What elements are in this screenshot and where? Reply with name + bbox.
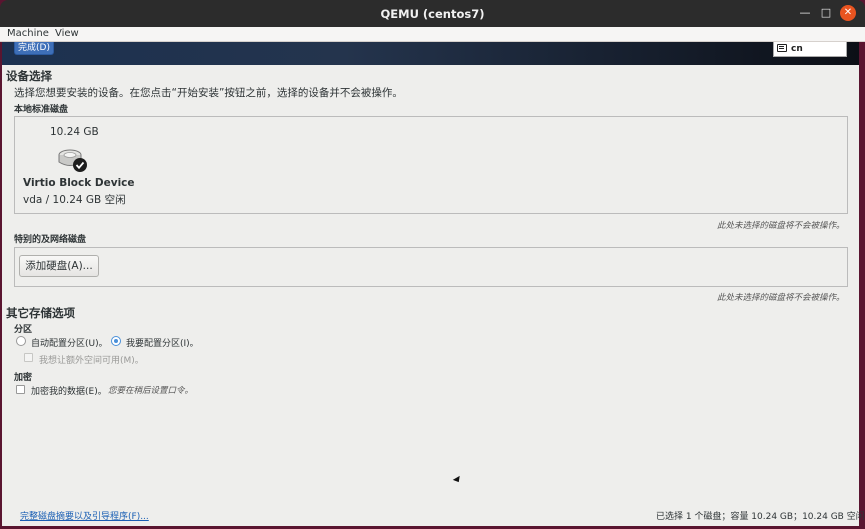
encrypt-hint: 您要在稍后设置口令。 bbox=[108, 386, 194, 396]
disk-info: vda / 10.24 GB 空闲 bbox=[23, 194, 126, 206]
done-button[interactable]: 完成(D) bbox=[14, 42, 54, 55]
local-disks-note: 此处未选择的磁盘将不会被操作。 bbox=[717, 221, 845, 231]
special-disks-heading: 特别的及网络磁盘 bbox=[14, 235, 87, 245]
menu-machine[interactable]: Machine bbox=[7, 28, 49, 39]
selection-status: 已选择 1 个磁盘；容量 10.24 GB；10.24 GB 空闲 bbox=[656, 512, 865, 522]
minimize-icon[interactable]: — bbox=[797, 5, 813, 21]
maximize-icon[interactable]: □ bbox=[818, 5, 834, 21]
local-disks-heading: 本地标准磁盘 bbox=[14, 105, 69, 115]
page-title: 设备选择 bbox=[6, 69, 52, 83]
disk-size: 10.24 GB bbox=[50, 126, 99, 138]
hard-disk-selected-icon bbox=[58, 149, 87, 172]
special-disks-panel: 添加硬盘(A)... bbox=[14, 247, 848, 287]
extra-space-label: 我想让额外空间可用(M)。 bbox=[39, 356, 144, 366]
disk-name: Virtio Block Device bbox=[23, 177, 135, 189]
encrypt-checkbox[interactable] bbox=[16, 385, 25, 394]
menu-view[interactable]: View bbox=[55, 28, 79, 39]
auto-partition-radio[interactable] bbox=[16, 336, 26, 346]
manual-partition-label[interactable]: 我要配置分区(I)。 bbox=[126, 336, 199, 349]
auto-partition-label[interactable]: 自动配置分区(U)。 bbox=[31, 336, 108, 349]
close-icon[interactable]: ✕ bbox=[840, 5, 856, 21]
page-subtitle: 选择您想要安装的设备。在您点击“开始安装”按钮之前，选择的设备并不会被操作。 bbox=[14, 87, 403, 99]
keyboard-layout-label: cn bbox=[791, 44, 803, 54]
encryption-heading: 加密 bbox=[14, 373, 33, 383]
menubar: Machine View bbox=[0, 27, 865, 42]
window-titlebar: QEMU (centos7) — □ ✕ bbox=[0, 0, 865, 27]
window-title: QEMU (centos7) bbox=[380, 7, 485, 21]
keyboard-icon bbox=[777, 44, 787, 52]
other-options-heading: 其它存储选项 bbox=[6, 306, 75, 320]
disk-vda[interactable]: 10.24 GB Virtio Block Device vda / 10.24… bbox=[23, 124, 135, 216]
manual-partition-radio[interactable] bbox=[111, 336, 121, 346]
special-disks-note: 此处未选择的磁盘将不会被操作。 bbox=[717, 293, 845, 303]
local-disks-panel: 10.24 GB Virtio Block Device vda / 10.24… bbox=[14, 116, 848, 214]
extra-space-checkbox[interactable] bbox=[24, 353, 33, 362]
guest-display[interactable]: 完成(D) cn 设备选择 选择您想要安装的设备。在您点击“开始安装”按钮之前，… bbox=[2, 42, 865, 526]
installer-header: 完成(D) cn bbox=[2, 42, 859, 65]
add-disk-button[interactable]: 添加硬盘(A)... bbox=[19, 255, 99, 277]
keyboard-layout-indicator[interactable]: cn bbox=[773, 42, 847, 57]
disk-summary-link[interactable]: 完整磁盘摘要以及引导程序(F)... bbox=[20, 509, 149, 522]
encrypt-label[interactable]: 加密我的数据(E)。 bbox=[31, 384, 107, 397]
partition-heading: 分区 bbox=[14, 325, 33, 335]
